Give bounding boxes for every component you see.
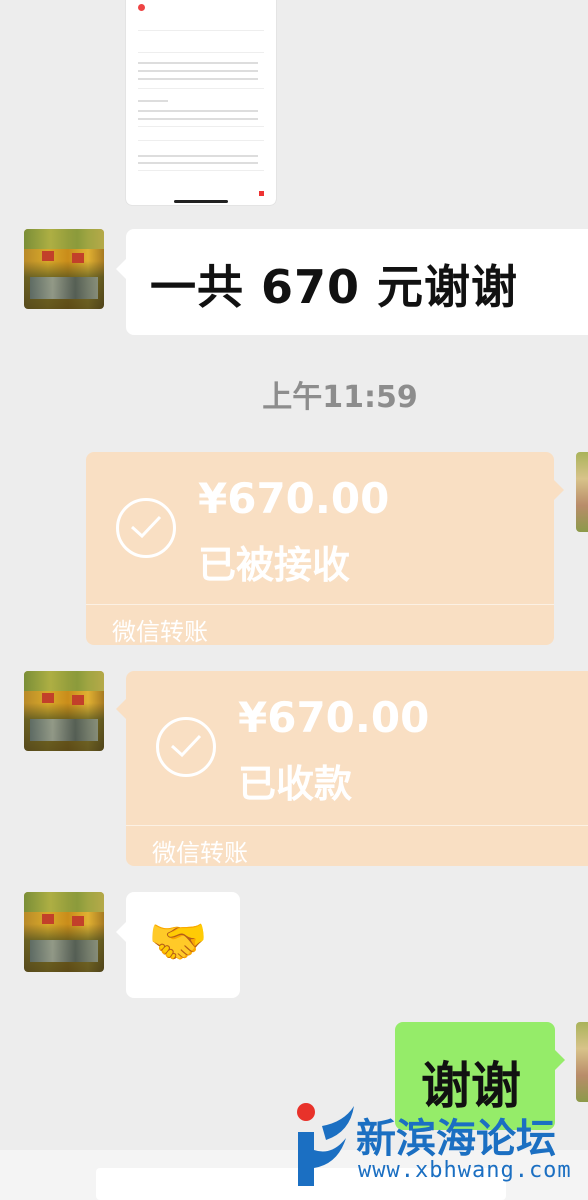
self-avatar[interactable] xyxy=(576,452,588,532)
received-message-text: 一共 670 元谢谢 xyxy=(150,260,519,314)
transfer-footer-label: 微信转账 xyxy=(112,618,208,646)
screenshot-text-line xyxy=(138,155,258,157)
screenshot-line xyxy=(138,52,264,53)
screenshot-text-line xyxy=(138,70,258,72)
screenshot-text-line xyxy=(138,110,258,112)
watermark-url: www.xbhwang.com xyxy=(358,1158,572,1183)
check-circle-icon xyxy=(156,717,216,777)
watermark-title: 新滨海论坛 xyxy=(356,1116,556,1162)
screenshot-text-line xyxy=(138,162,258,164)
received-emoji-bubble[interactable]: 🤝 xyxy=(116,892,240,998)
transfer-divider xyxy=(86,604,554,605)
check-circle-icon xyxy=(116,498,176,558)
chat-timestamp: 上午11:59 xyxy=(262,380,418,415)
received-message-bubble[interactable]: 一共 670 元谢谢 xyxy=(116,229,588,335)
transfer-amount: ¥670.00 xyxy=(238,693,430,742)
transfer-status: 已被接收 xyxy=(198,543,351,587)
transfer-footer-label: 微信转账 xyxy=(152,839,248,867)
transfer-amount: ¥670.00 xyxy=(198,474,390,523)
screenshot-text-line xyxy=(138,118,258,120)
watermark-logo-icon xyxy=(297,1103,354,1186)
screenshot-line xyxy=(138,126,264,127)
screenshot-text-line xyxy=(138,100,168,102)
screenshot-home-indicator xyxy=(174,200,228,203)
contact-avatar[interactable] xyxy=(24,229,104,309)
screenshot-text-line xyxy=(138,62,258,64)
contact-avatar[interactable] xyxy=(24,671,104,751)
self-avatar[interactable] xyxy=(576,1022,588,1102)
transfer-status: 已收款 xyxy=(238,762,353,806)
handshake-icon: 🤝 xyxy=(148,914,208,970)
shared-screenshot-image[interactable] xyxy=(126,0,276,205)
transfer-divider xyxy=(126,825,588,826)
received-transfer-card[interactable]: ¥670.00 已收款 微信转账 xyxy=(116,671,588,867)
screenshot-line xyxy=(138,170,264,171)
screenshot-line xyxy=(138,140,264,141)
screenshot-line xyxy=(138,30,264,31)
screenshot-tag xyxy=(259,191,266,197)
sent-transfer-card[interactable]: ¥670.00 已被接收 微信转账 xyxy=(86,452,564,646)
screenshot-text-line xyxy=(138,78,258,80)
contact-avatar[interactable] xyxy=(24,892,104,972)
screenshot-logo xyxy=(138,4,145,11)
screenshot-line xyxy=(138,88,264,89)
